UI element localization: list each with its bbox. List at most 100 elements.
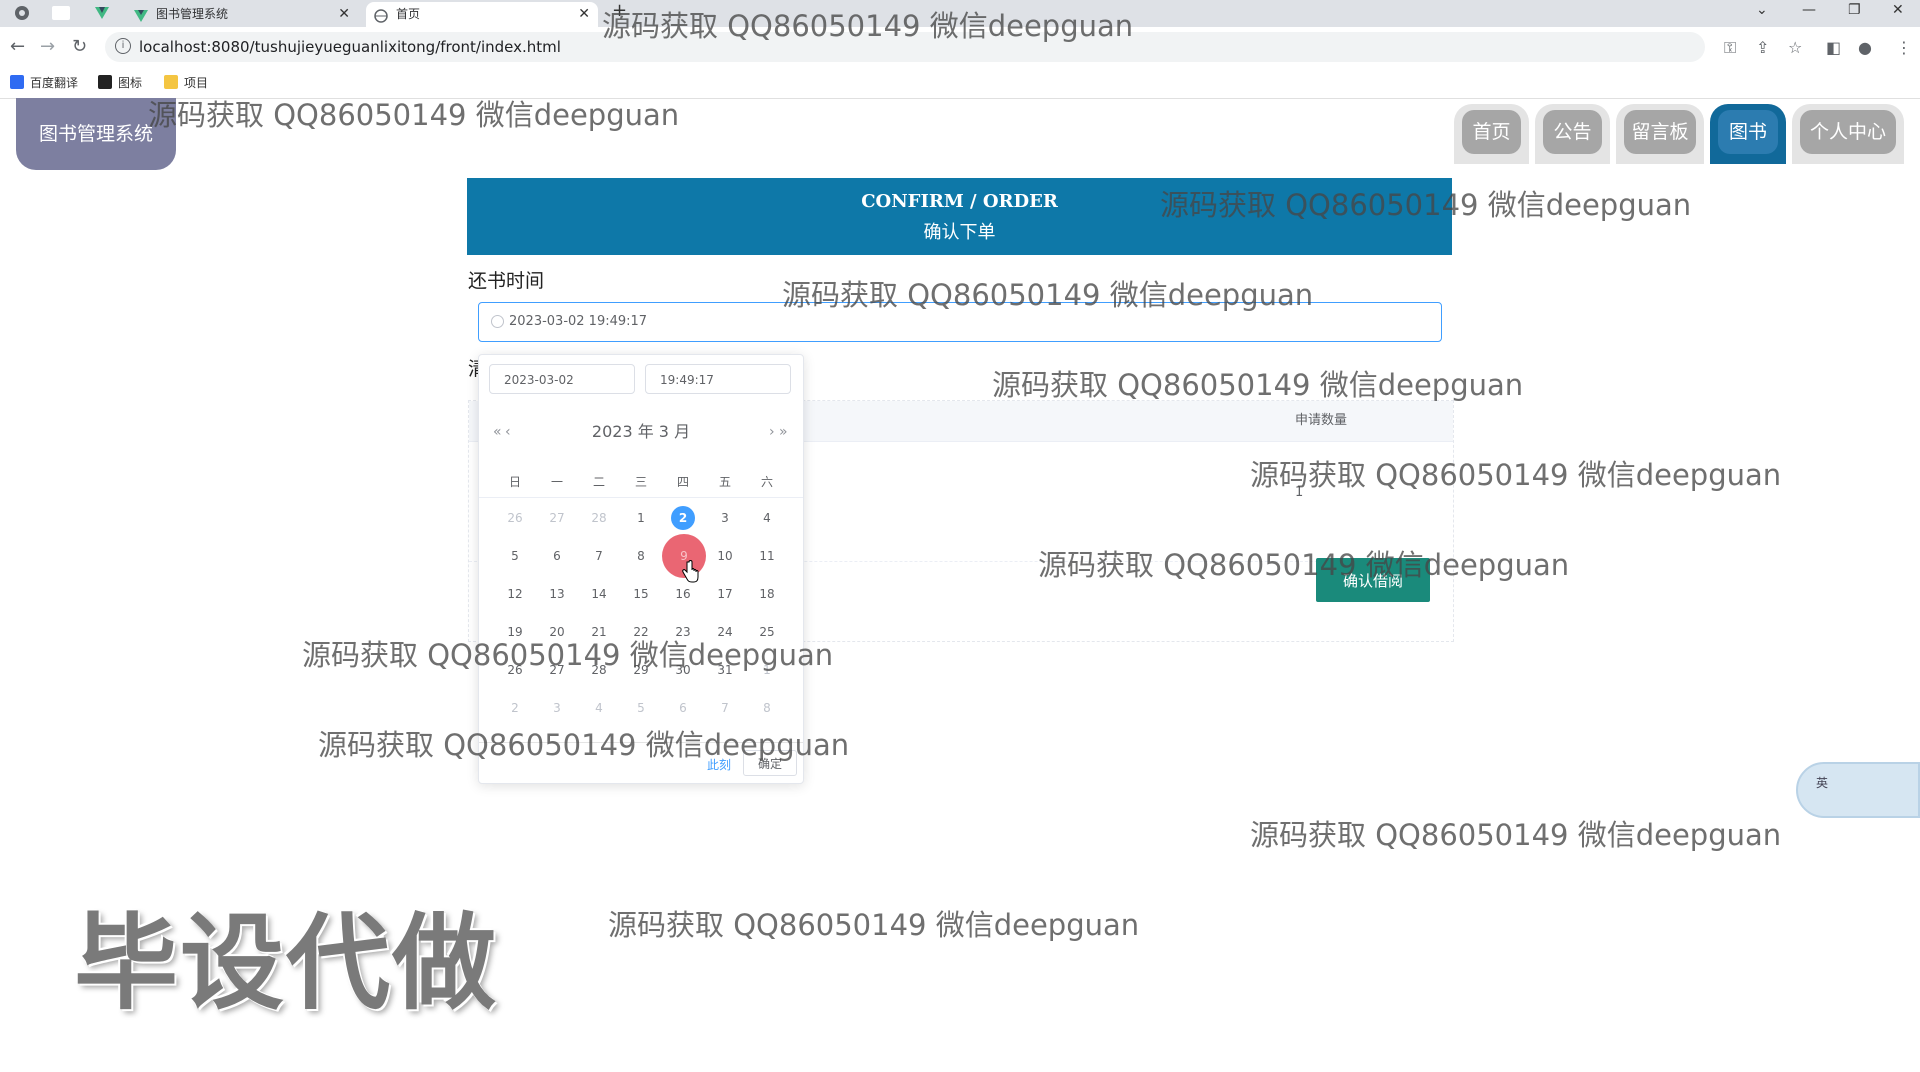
calendar-day[interactable]: 4: [578, 693, 620, 723]
nav-home[interactable]: 首页: [1454, 104, 1529, 164]
hand-cursor-icon: [682, 560, 699, 583]
calendar-day[interactable]: 31: [704, 655, 746, 685]
calendar-day[interactable]: 2: [494, 693, 536, 723]
picker-footer: 此刻 确定: [479, 742, 803, 783]
new-tab-icon[interactable]: +: [612, 0, 627, 21]
calendar-day[interactable]: 13: [536, 579, 578, 609]
calendar-day[interactable]: 17: [704, 579, 746, 609]
bookmark-baidu-translate[interactable]: 百度翻译: [10, 74, 78, 92]
calendar-day[interactable]: 19: [494, 617, 536, 647]
tab-search-icon[interactable]: [14, 5, 30, 21]
reload-icon[interactable]: ↻: [72, 37, 87, 57]
site-info-icon[interactable]: i: [115, 38, 131, 54]
side-panel-icon[interactable]: ◧: [1826, 38, 1841, 57]
calendar-day[interactable]: 22: [620, 617, 662, 647]
nav-message-board[interactable]: 留言板: [1616, 104, 1704, 164]
now-button[interactable]: 此刻: [707, 756, 731, 773]
picker-time-input[interactable]: 19:49:17: [645, 364, 791, 394]
calendar-day[interactable]: 23: [662, 617, 704, 647]
calendar-day[interactable]: 3: [704, 503, 746, 533]
calendar-day[interactable]: 11: [746, 541, 788, 571]
calendar-day[interactable]: 7: [704, 693, 746, 723]
picker-header: « ‹ 2023 年 3 月 › »: [479, 417, 803, 447]
banner-title-cn: 确认下单: [923, 222, 996, 243]
bookmark-project[interactable]: 项目: [164, 74, 208, 92]
tab-close-icon[interactable]: ✕: [578, 2, 590, 27]
calendar-day[interactable]: 1: [746, 655, 788, 685]
calendar-day[interactable]: 12: [494, 579, 536, 609]
menu-icon[interactable]: ⋮: [1896, 38, 1912, 57]
site-logo[interactable]: 图书管理系统: [16, 98, 176, 170]
calendar-day[interactable]: 29: [620, 655, 662, 685]
calendar-day[interactable]: 10: [704, 541, 746, 571]
forward-icon[interactable]: →: [40, 37, 55, 57]
calendar-day[interactable]: 26: [494, 503, 536, 533]
weekday-label: 三: [634, 475, 647, 489]
calendar-day[interactable]: 27: [536, 655, 578, 685]
nav-label: 图书: [1718, 110, 1778, 154]
pinned-tab-icon[interactable]: [52, 6, 70, 20]
calendar-day[interactable]: 8: [746, 693, 788, 723]
calendar-day[interactable]: 26: [494, 655, 536, 685]
calendar-day[interactable]: 21: [578, 617, 620, 647]
calendar-day[interactable]: 28: [578, 503, 620, 533]
calendar-day[interactable]: 6: [536, 541, 578, 571]
globe-icon: [374, 7, 388, 23]
picker-date-input[interactable]: 2023-03-02: [489, 364, 635, 394]
minimize-icon[interactable]: —: [1802, 2, 1816, 18]
calendar-day[interactable]: 28: [578, 655, 620, 685]
tab-library-system[interactable]: 图书管理系统 ✕: [126, 2, 358, 27]
calendar-day[interactable]: 7: [578, 541, 620, 571]
calendar-day-selected[interactable]: 2: [662, 503, 704, 533]
calendar-day[interactable]: 30: [662, 655, 704, 685]
calendar-day[interactable]: 15: [620, 579, 662, 609]
watermark-text: 源码获取 QQ86050149 微信deepguan: [1250, 818, 1782, 852]
calendar-day[interactable]: 14: [578, 579, 620, 609]
nav-personal-center[interactable]: 个人中心: [1792, 104, 1904, 164]
calendar-day[interactable]: 5: [620, 693, 662, 723]
calendar-day[interactable]: 6: [662, 693, 704, 723]
watermark-text: 源码获取 QQ86050149 微信deepguan: [992, 368, 1524, 402]
back-icon[interactable]: ←: [10, 37, 25, 57]
bookmark-label: 项目: [184, 76, 209, 90]
weekday-label: 一: [550, 475, 563, 489]
bookmark-icons[interactable]: 图标: [98, 74, 142, 92]
window-close-icon[interactable]: ✕: [1892, 2, 1904, 18]
tab-search-dropdown-icon[interactable]: ⌄: [1756, 2, 1768, 18]
picker-month-title[interactable]: 2023 年 3 月: [479, 417, 803, 447]
ime-floating-widget[interactable]: 英: [1796, 762, 1920, 818]
calendar-day[interactable]: 8: [620, 541, 662, 571]
calendar-day[interactable]: 4: [746, 503, 788, 533]
url-text[interactable]: localhost:8080/tushujieyueguanlixitong/f…: [139, 32, 561, 62]
share-icon[interactable]: ⇪: [1756, 38, 1769, 57]
bookmark-label: 图标: [118, 76, 143, 90]
weekday-label: 日: [508, 475, 521, 489]
nav-books[interactable]: 图书: [1710, 104, 1786, 164]
tab-close-icon[interactable]: ✕: [338, 2, 350, 27]
bookmark-star-icon[interactable]: ☆: [1788, 38, 1802, 57]
nav-notice[interactable]: 公告: [1535, 104, 1610, 164]
omnibox[interactable]: i localhost:8080/tushujieyueguanlixitong…: [105, 32, 1705, 62]
nav-label: 首页: [1462, 110, 1521, 154]
ok-button[interactable]: 确定: [743, 750, 797, 776]
confirm-borrow-button[interactable]: 确认借阅: [1316, 558, 1430, 602]
next-month-icon[interactable]: ›: [769, 417, 775, 447]
calendar-day[interactable]: 5: [494, 541, 536, 571]
calendar-day[interactable]: 20: [536, 617, 578, 647]
calendar-day[interactable]: 24: [704, 617, 746, 647]
calendar-day[interactable]: 27: [536, 503, 578, 533]
profile-icon[interactable]: ●: [1858, 38, 1872, 57]
calendar-day[interactable]: 18: [746, 579, 788, 609]
vue-tab-icon[interactable]: [94, 5, 110, 21]
weekday-label: 二: [592, 475, 605, 489]
calendar-day[interactable]: 3: [536, 693, 578, 723]
next-year-icon[interactable]: »: [779, 417, 788, 447]
return-time-input[interactable]: 2023-03-02 19:49:17: [478, 302, 1442, 342]
watermark-text: 源码获取 QQ86050149 微信deepguan: [608, 908, 1140, 942]
tab-home[interactable]: 首页 ✕: [366, 2, 598, 27]
calendar-day[interactable]: 1: [620, 503, 662, 533]
restore-icon[interactable]: ❐: [1848, 2, 1861, 18]
weekday-label: 四: [676, 475, 689, 489]
calendar-day[interactable]: 25: [746, 617, 788, 647]
key-icon[interactable]: ⚿: [1724, 38, 1736, 58]
